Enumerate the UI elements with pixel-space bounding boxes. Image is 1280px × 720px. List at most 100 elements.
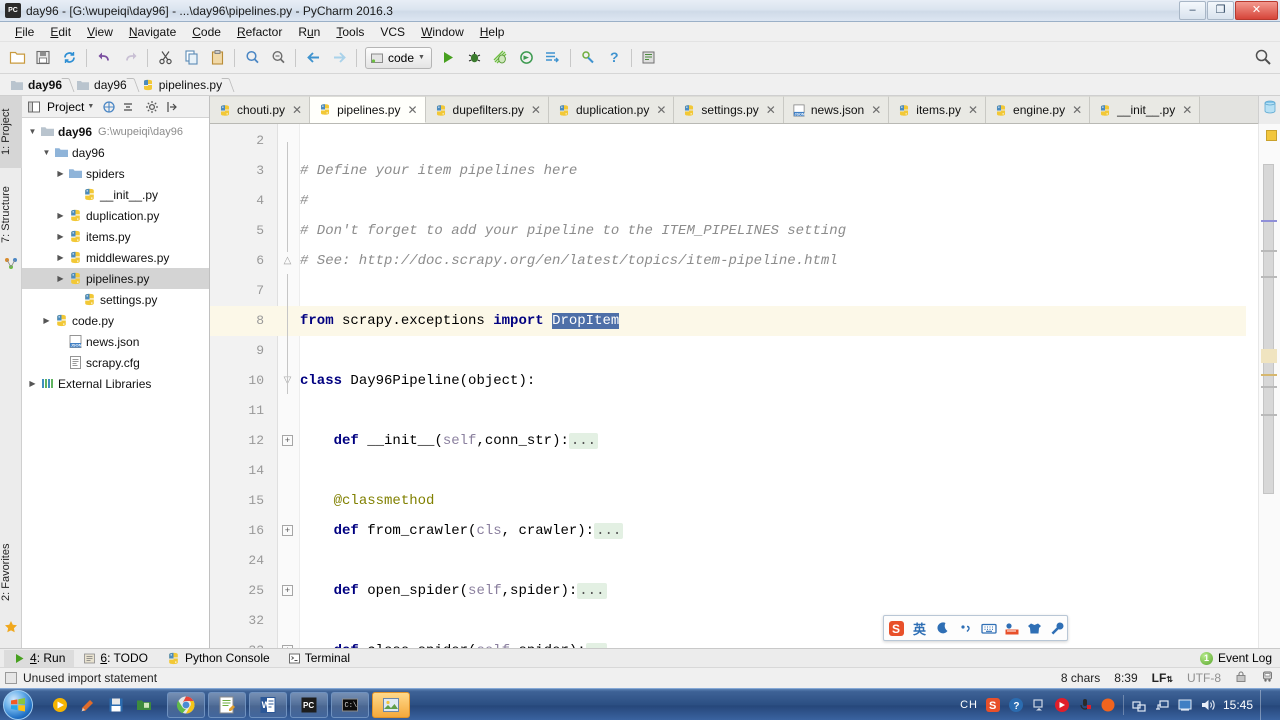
- close-icon[interactable]: ✕: [871, 103, 881, 117]
- keyboard-icon[interactable]: [980, 620, 997, 637]
- breadcrumb-item-file[interactable]: pipelines.py: [137, 75, 232, 95]
- scroll-from-source-icon[interactable]: [120, 99, 136, 115]
- tree-node-day96[interactable]: ▼ day96 G:\wupeiqi\day96: [22, 121, 209, 142]
- save-icon[interactable]: [103, 692, 129, 718]
- tree-node-scrapy-cfg[interactable]: scrapy.cfg: [22, 352, 209, 373]
- bottom-tool-6-todo[interactable]: 6: TODO: [74, 650, 157, 667]
- redo-icon[interactable]: [117, 45, 143, 71]
- menu-view[interactable]: View: [79, 23, 121, 41]
- help-icon[interactable]: ?: [601, 45, 627, 71]
- show-desktop-button[interactable]: [1260, 690, 1270, 720]
- event-log-button[interactable]: 1 Event Log: [1199, 651, 1272, 665]
- inspection-status-icon[interactable]: [1266, 130, 1277, 141]
- tree-node--init-py[interactable]: __init__.py: [22, 184, 209, 205]
- bottom-tool-terminal[interactable]: Terminal: [279, 650, 359, 667]
- tree-node-middlewares-py[interactable]: ▶ middlewares.py: [22, 247, 209, 268]
- find-icon[interactable]: [239, 45, 265, 71]
- fold-expand-icon[interactable]: +: [282, 525, 293, 536]
- menu-refactor[interactable]: Refactor: [229, 23, 290, 41]
- network-icon[interactable]: [1154, 697, 1170, 713]
- lock-icon[interactable]: [1235, 670, 1247, 686]
- run-icon[interactable]: [436, 45, 462, 71]
- sogou-icon[interactable]: S: [985, 697, 1001, 713]
- maximize-button[interactable]: ❐: [1207, 1, 1234, 20]
- chevron-right-icon[interactable]: ▶: [54, 211, 67, 220]
- profile-icon[interactable]: [514, 45, 540, 71]
- code-line[interactable]: 32: [210, 606, 1258, 636]
- menu-tools[interactable]: Tools: [328, 23, 372, 41]
- clock[interactable]: 15:45: [1223, 698, 1253, 712]
- train-icon[interactable]: [1261, 670, 1274, 686]
- code-line[interactable]: 16 def from_crawler(cls, crawler):...: [210, 516, 1258, 546]
- file-encoding[interactable]: UTF-8: [1187, 671, 1221, 685]
- screen-icon[interactable]: [1177, 697, 1193, 713]
- close-button[interactable]: ✕: [1235, 1, 1278, 20]
- editor-tab-items-py[interactable]: items.py ✕: [889, 96, 987, 123]
- code-editor[interactable]: 2 3 # Define your item pipelines here 4 #5 # …: [210, 124, 1258, 648]
- breadcrumb-item-module[interactable]: day96: [72, 75, 137, 95]
- chevron-right-icon[interactable]: ▶: [40, 316, 53, 325]
- editor-tab-engine-py[interactable]: engine.py ✕: [986, 96, 1091, 123]
- collapse-all-icon[interactable]: [101, 99, 117, 115]
- taskbar-app-cmd[interactable]: C:\: [331, 691, 369, 718]
- debug-icon[interactable]: [462, 45, 488, 71]
- close-icon[interactable]: ✕: [531, 103, 541, 117]
- code-line[interactable]: 3 # Define your item pipelines here: [210, 156, 1258, 186]
- forward-icon[interactable]: [326, 45, 352, 71]
- editor-tab-duplication-py[interactable]: duplication.py ✕: [548, 96, 675, 123]
- database-console-icon[interactable]: [636, 45, 662, 71]
- editor-tab-news-json[interactable]: JSON news.json ✕: [783, 96, 890, 123]
- editor-scrollbar[interactable]: [1258, 124, 1280, 648]
- taskbar-app-notepad[interactable]: [208, 691, 246, 718]
- tree-node-pipelines-py[interactable]: ▶ pipelines.py: [22, 268, 209, 289]
- code-line[interactable]: 25 def open_spider(self,spider):...: [210, 576, 1258, 606]
- taskbar-app-word[interactable]: W: [249, 691, 287, 718]
- toolbox-icon[interactable]: [1003, 620, 1020, 637]
- settings-icon[interactable]: [575, 45, 601, 71]
- taskbar-app-pycharm[interactable]: PC: [290, 691, 328, 718]
- network-printer-icon[interactable]: [1131, 697, 1147, 713]
- sidebar-item-favorites[interactable]: 2: Favorites: [0, 530, 22, 614]
- mic-icon[interactable]: [1077, 697, 1093, 713]
- close-icon[interactable]: ✕: [968, 103, 978, 117]
- help-icon[interactable]: ?: [1008, 697, 1024, 713]
- open-folder-icon[interactable]: [4, 45, 30, 71]
- menu-navigate[interactable]: Navigate: [121, 23, 184, 41]
- close-icon[interactable]: ✕: [407, 103, 417, 117]
- caret-position[interactable]: 8:39: [1114, 671, 1137, 685]
- fold-collapse-icon[interactable]: △: [281, 254, 294, 267]
- code-line[interactable]: 10 class Day96Pipeline(object):: [210, 366, 1258, 396]
- fold-expand-icon[interactable]: +: [282, 435, 293, 446]
- paint-icon[interactable]: [75, 692, 101, 718]
- chevron-right-icon[interactable]: ▶: [54, 253, 67, 262]
- skin-icon[interactable]: [1026, 620, 1043, 637]
- close-icon[interactable]: ✕: [656, 103, 666, 117]
- wrench-icon[interactable]: [1049, 620, 1066, 637]
- bottom-tool-4-run[interactable]: 4: Run: [4, 649, 75, 667]
- hide-panel-icon[interactable]: [163, 99, 179, 115]
- language-indicator[interactable]: CH: [960, 699, 978, 711]
- chevron-right-icon[interactable]: ▶: [54, 274, 67, 283]
- chevron-right-icon[interactable]: ▶: [54, 169, 67, 178]
- sidebar-item-structure[interactable]: 7: Structure: [0, 172, 22, 258]
- find-replace-icon[interactable]: [265, 45, 291, 71]
- copy-icon[interactable]: [178, 45, 204, 71]
- code-line[interactable]: 5 # Don't forget to add your pipeline to …: [210, 216, 1258, 246]
- code-content[interactable]: 2 3 # Define your item pipelines here 4 #5 # …: [210, 124, 1258, 648]
- code-line[interactable]: 33 def close_spider(self,spider):: [210, 636, 1258, 648]
- menu-help[interactable]: Help: [472, 23, 513, 41]
- code-line[interactable]: 7: [210, 276, 1258, 306]
- code-line[interactable]: 4 #: [210, 186, 1258, 216]
- tree-node-duplication-py[interactable]: ▶ duplication.py: [22, 205, 209, 226]
- menu-edit[interactable]: Edit: [42, 23, 79, 41]
- moon-icon[interactable]: [934, 620, 951, 637]
- tree-node-code-py[interactable]: ▶ code.py: [22, 310, 209, 331]
- paste-icon[interactable]: [204, 45, 230, 71]
- tree-node-external-libraries[interactable]: ▶ External Libraries: [22, 373, 209, 394]
- scrollbar-thumb[interactable]: [1263, 164, 1274, 494]
- code-line[interactable]: 12 def __init__(self,conn_str):...: [210, 426, 1258, 456]
- comma-icon[interactable]: [957, 620, 974, 637]
- editor-tab-dupefilters-py[interactable]: dupefilters.py ✕: [425, 96, 549, 123]
- volume-icon[interactable]: [1200, 697, 1216, 713]
- tree-node-day96[interactable]: ▼ day96: [22, 142, 209, 163]
